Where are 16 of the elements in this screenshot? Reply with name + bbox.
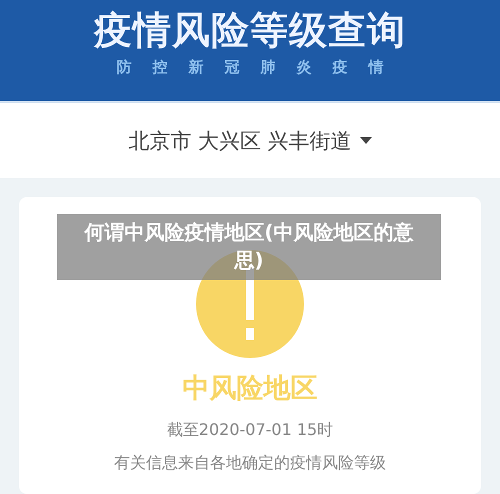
subtitle-char: 炎 [296, 58, 312, 77]
subtitle-char: 冠 [224, 58, 240, 77]
update-time: 截至2020-07-01 15时 [166, 420, 334, 441]
app-title: 疫情风险等级查询 [94, 8, 406, 52]
subtitle-char: 新 [188, 58, 204, 77]
source-note: 有关信息来自各地确定的疫情风险等级 [114, 453, 386, 474]
risk-level-label: 中风险地区 [182, 372, 318, 406]
subtitle-char: 情 [368, 58, 384, 77]
location-text: 北京市 大兴区 兴丰街道 [128, 128, 352, 154]
subtitle-char: 防 [116, 58, 132, 77]
dropdown-caret-icon [360, 136, 372, 144]
subtitle-char: 疫 [332, 58, 348, 77]
subtitle-char: 肺 [260, 58, 276, 77]
subtitle-char: 控 [152, 58, 168, 77]
location-bar[interactable]: 北京市 大兴区 兴丰街道 [0, 103, 500, 178]
article-caption: 何谓中风险疫情地区(中风险地区的意思) [57, 214, 441, 280]
